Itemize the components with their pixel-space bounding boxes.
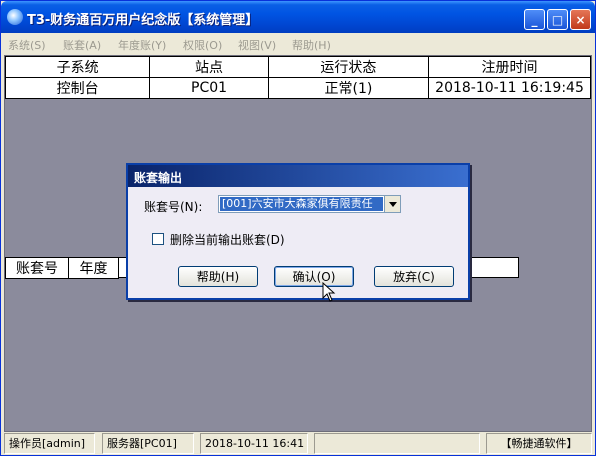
mouse-cursor-icon xyxy=(322,281,336,302)
close-button[interactable]: × xyxy=(570,9,591,30)
cell-status: 正常(1) xyxy=(267,77,430,99)
subsystem-table: 子系统 站点 运行状态 注册时间 控制台 PC01 正常(1) 2018-10-… xyxy=(4,56,591,99)
menu-year-account[interactable]: 年度账(Y) xyxy=(118,37,166,53)
chevron-down-icon[interactable] xyxy=(384,196,400,212)
menu-view[interactable]: 视图(V) xyxy=(238,37,276,53)
menu-permission[interactable]: 权限(O) xyxy=(183,37,222,53)
main-window: T3-财务通百万用户纪念版【系统管理】 _ □ × 系统(S) 账套(A) 年度… xyxy=(0,0,596,456)
dialog-title: 账套输出 xyxy=(134,171,183,185)
delete-account-checkbox[interactable] xyxy=(152,233,164,245)
header-status: 运行状态 xyxy=(267,56,430,78)
table-row[interactable]: 控制台 PC01 正常(1) 2018-10-11 16:19:45 xyxy=(4,77,591,99)
status-empty xyxy=(314,433,480,454)
title-bar[interactable]: T3-财务通百万用户纪念版【系统管理】 _ □ × xyxy=(1,1,595,33)
account-table: 账套号 年度 xyxy=(5,257,119,279)
status-bar: 操作员[admin] 服务器[PC01] 2018-10-11 16:41 【畅… xyxy=(2,433,594,455)
status-operator: 操作员[admin] xyxy=(4,433,95,454)
window-title: T3-财务通百万用户纪念版【系统管理】 xyxy=(27,13,259,28)
maximize-button[interactable]: □ xyxy=(547,9,568,30)
account-label: 账套号(N): xyxy=(144,200,203,214)
menu-help[interactable]: 帮助(H) xyxy=(292,37,331,53)
confirm-button[interactable]: 确认(O) xyxy=(274,266,354,287)
header-register-time: 注册时间 xyxy=(428,56,591,78)
menu-account[interactable]: 账套(A) xyxy=(63,37,101,53)
export-account-dialog: 账套输出 账套号(N): [001]六安市大森家俱有限责任 删除当前输出账套(D… xyxy=(126,163,470,300)
dialog-title-bar[interactable]: 账套输出 xyxy=(128,165,468,187)
table-header-row: 子系统 站点 运行状态 注册时间 xyxy=(4,56,591,78)
app-icon xyxy=(7,9,23,25)
account-header-row: 账套号 年度 xyxy=(5,257,119,279)
status-server: 服务器[PC01] xyxy=(102,433,194,454)
help-button[interactable]: 帮助(H) xyxy=(178,266,258,287)
cell-subsystem: 控制台 xyxy=(4,77,151,99)
account-select[interactable]: [001]六安市大森家俱有限责任 xyxy=(218,195,401,213)
header-year: 年度 xyxy=(68,257,119,279)
cancel-button[interactable]: 放弃(C) xyxy=(374,266,454,287)
cell-site: PC01 xyxy=(149,77,269,99)
header-account-no: 账套号 xyxy=(5,257,69,279)
header-subsystem: 子系统 xyxy=(4,56,151,78)
account-select-value: [001]六安市大森家俱有限责任 xyxy=(220,197,383,211)
cell-register-time: 2018-10-11 16:19:45 xyxy=(428,77,591,99)
minimize-button[interactable]: _ xyxy=(524,9,545,30)
delete-account-label: 删除当前输出账套(D) xyxy=(170,233,285,247)
header-site: 站点 xyxy=(149,56,269,78)
status-brand: 【畅捷通软件】 xyxy=(486,433,592,454)
status-datetime: 2018-10-11 16:41 xyxy=(200,433,308,454)
menu-system[interactable]: 系统(S) xyxy=(8,37,46,53)
menu-bar: 系统(S) 账套(A) 年度账(Y) 权限(O) 视图(V) 帮助(H) xyxy=(2,34,594,54)
